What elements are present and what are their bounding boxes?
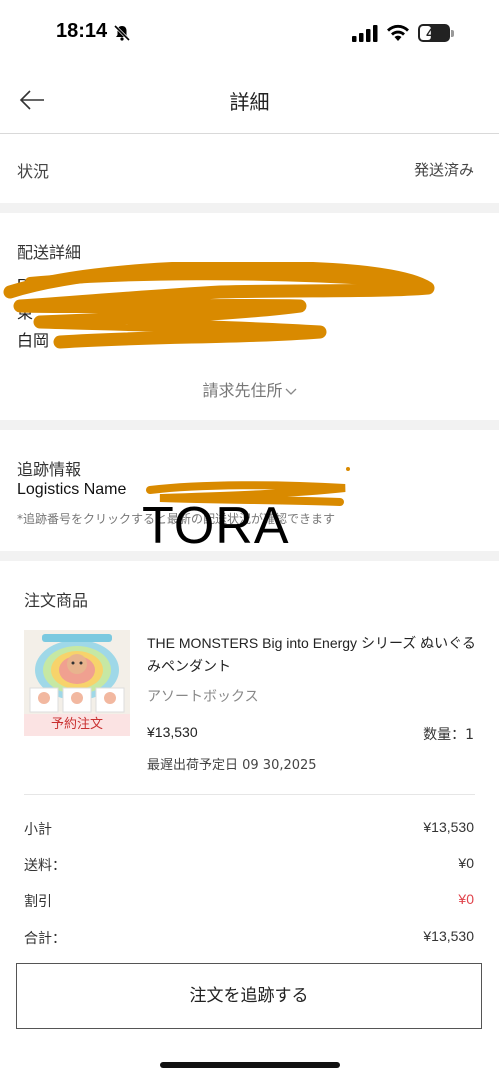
section-divider xyxy=(0,203,499,213)
total-label: 合計： xyxy=(24,931,66,947)
bell-muted-icon xyxy=(113,24,131,42)
shipping-label: 送料： xyxy=(24,858,66,874)
redaction-dot xyxy=(346,467,350,471)
shipping-value: ¥0 xyxy=(458,855,474,871)
preorder-badge: 予約注文 xyxy=(24,714,130,736)
product-illustration xyxy=(24,630,130,714)
section-divider xyxy=(0,551,499,561)
battery-icon: 40 xyxy=(418,24,450,42)
product-quantity: 数量：1 xyxy=(423,727,474,743)
product-name[interactable]: THE MONSTERS Big into Energy シリーズ ぬいぐるみペ… xyxy=(147,632,477,678)
battery-cap xyxy=(451,30,454,37)
status-bar: 18:14 40 xyxy=(0,0,499,66)
home-indicator[interactable] xyxy=(160,1062,340,1068)
battery-level: 40 xyxy=(426,25,442,41)
billing-address-label: 請求先住所 xyxy=(202,381,283,400)
order-status-value: 発送済み xyxy=(413,161,474,179)
cellular-signal-icon xyxy=(352,25,378,42)
section-divider xyxy=(0,420,499,430)
logistics-name-label: Logistics Name xyxy=(17,481,127,498)
svg-text:白岡: 白岡 xyxy=(17,332,49,350)
address-redaction-scribble: RH 東 白岡 xyxy=(3,262,435,350)
subtotal-value: ¥13,530 xyxy=(423,819,474,835)
discount-value: ¥0 xyxy=(458,891,474,907)
header: 詳細 xyxy=(0,66,499,134)
page-title: 詳細 xyxy=(229,90,270,114)
ordered-items-title: 注文商品 xyxy=(24,591,89,610)
product-image[interactable]: 予約注文 xyxy=(24,630,130,736)
total-value: ¥13,530 xyxy=(423,928,474,944)
tracking-info-title: 追跡情報 xyxy=(17,460,82,479)
chevron-down-icon xyxy=(285,388,296,395)
order-status-label: 状況 xyxy=(17,162,50,181)
subtotal-label: 小計 xyxy=(24,822,52,838)
discount-label: 割引 xyxy=(24,894,52,910)
billing-address-toggle[interactable]: 請求先住所 xyxy=(0,377,499,401)
product-price: ¥13,530 xyxy=(147,724,198,740)
track-order-button[interactable]: 注文を追跡する xyxy=(16,963,482,1029)
latest-ship-date: 最遅出荷予定日 09 30,2025 xyxy=(147,758,317,773)
wifi-icon xyxy=(387,24,409,41)
status-time: 18:14 xyxy=(56,20,108,42)
overlay-annotation-text: TORA xyxy=(142,497,290,555)
summary-divider xyxy=(24,794,475,795)
delivery-details-title: 配送詳細 xyxy=(17,243,82,262)
product-variant: アソートボックス xyxy=(147,689,259,705)
